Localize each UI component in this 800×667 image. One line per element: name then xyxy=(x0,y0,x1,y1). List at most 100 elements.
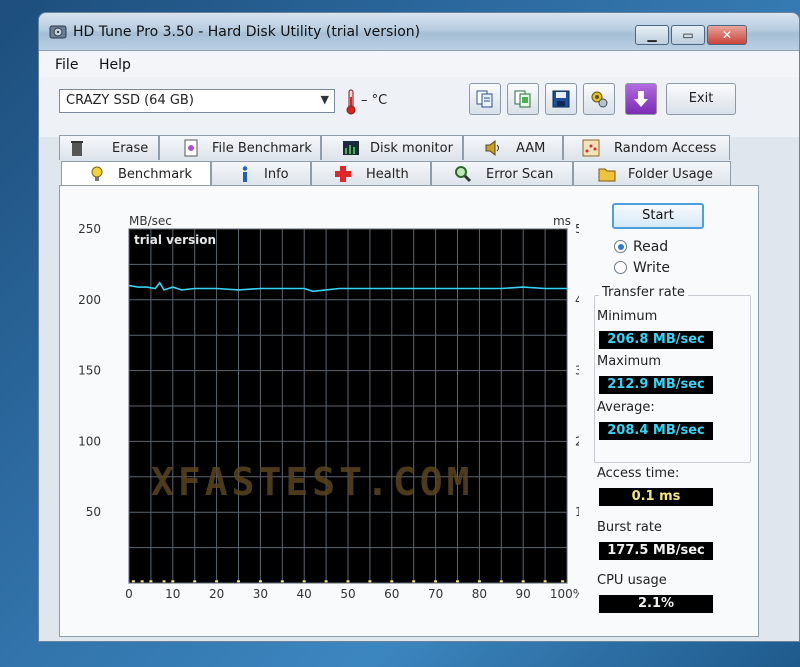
menu-bar: File Help xyxy=(39,51,799,77)
x-tick: 50 xyxy=(340,587,355,601)
x-tick: 30 xyxy=(253,587,268,601)
benchmark-chart: MB/secms25020015010050504030201001020304… xyxy=(78,214,579,601)
tab-disk-monitor[interactable]: Disk monitor xyxy=(321,135,463,160)
trash-icon xyxy=(71,141,83,156)
drive-select[interactable]: CRAZY SSD (64 GB) ▼ xyxy=(59,89,335,113)
tab-label: Health xyxy=(366,167,409,182)
x-tick: 20 xyxy=(209,587,224,601)
average-label: Average: xyxy=(597,400,655,415)
tab-label: Error Scan xyxy=(486,167,554,182)
exit-button[interactable]: Exit xyxy=(666,83,736,115)
tab-random-access[interactable]: Random Access xyxy=(563,135,730,160)
y-tick-left: 100 xyxy=(78,434,101,448)
tab-benchmark[interactable]: Benchmark xyxy=(61,161,211,186)
copy-screenshot-button[interactable] xyxy=(507,83,539,115)
options-button[interactable] xyxy=(583,83,615,115)
x-tick: 90 xyxy=(516,587,531,601)
y-tick-right: 30 xyxy=(575,364,579,378)
save-button[interactable] xyxy=(545,83,577,115)
access-time-label: Access time: xyxy=(597,466,680,481)
download-button[interactable] xyxy=(625,83,657,115)
options-icon xyxy=(591,91,608,108)
copy-screenshot-icon xyxy=(514,90,531,108)
file-benchmark-icon xyxy=(184,139,198,157)
y-tick-left: 150 xyxy=(78,364,101,378)
info-icon xyxy=(242,166,248,182)
radio-selected-icon xyxy=(614,240,627,253)
access-time-point xyxy=(434,580,438,583)
access-time-point xyxy=(499,580,503,583)
y-tick-right: 40 xyxy=(575,293,579,307)
copy-text-button[interactable] xyxy=(469,83,501,115)
health-cross-icon xyxy=(335,166,351,182)
access-time-point xyxy=(215,580,219,583)
access-time-point xyxy=(280,580,284,583)
tab-label: Erase xyxy=(112,141,149,156)
tab-folder-usage[interactable]: Folder Usage xyxy=(573,161,731,186)
overlay-watermark: XFASTEST.COM xyxy=(151,460,474,504)
access-time-point xyxy=(412,580,416,583)
tab-health[interactable]: Health xyxy=(311,161,431,186)
burst-rate-label: Burst rate xyxy=(597,520,662,535)
access-time-point xyxy=(456,580,459,583)
access-time-point xyxy=(237,580,240,583)
access-time-point xyxy=(171,580,175,583)
lightbulb-icon xyxy=(91,166,103,181)
maximum-label: Maximum xyxy=(597,354,662,369)
access-time-value: 0.1 ms xyxy=(599,488,713,506)
write-radio[interactable]: Write xyxy=(614,260,670,276)
title-bar[interactable]: HD Tune Pro 3.50 - Hard Disk Utility (tr… xyxy=(39,13,799,51)
tab-file-benchmark[interactable]: File Benchmark xyxy=(159,135,321,160)
close-button[interactable]: ✕ xyxy=(707,25,747,45)
drive-select-value: CRAZY SSD (64 GB) xyxy=(66,93,194,108)
folder-icon xyxy=(598,168,616,182)
minimize-button[interactable]: ▁ xyxy=(635,25,669,45)
menu-file[interactable]: File xyxy=(55,57,78,73)
x-tick: 0 xyxy=(125,587,133,601)
tab-label: Random Access xyxy=(614,141,717,156)
tab-label: Benchmark xyxy=(118,167,193,182)
random-access-icon xyxy=(582,139,600,157)
y-tick-right: 10 xyxy=(575,505,579,519)
access-time-point xyxy=(324,580,328,583)
access-time-point xyxy=(193,580,197,583)
cpu-usage-label: CPU usage xyxy=(597,573,667,588)
menu-help[interactable]: Help xyxy=(99,57,131,73)
left-unit-label: MB/sec xyxy=(129,214,172,228)
temperature-readout: – °C xyxy=(361,93,388,108)
access-time-point xyxy=(149,580,153,583)
disk-monitor-icon xyxy=(343,141,359,155)
x-tick: 40 xyxy=(297,587,312,601)
access-time-point xyxy=(390,580,394,583)
y-tick-left: 50 xyxy=(86,505,101,519)
maximize-button[interactable]: ▭ xyxy=(671,25,705,45)
thermometer-icon xyxy=(346,89,356,115)
radio-unselected-icon xyxy=(614,261,627,274)
read-radio[interactable]: Read xyxy=(614,239,668,255)
maximize-icon: ▭ xyxy=(682,28,694,42)
speaker-icon xyxy=(485,139,499,157)
tab-erase[interactable]: Erase xyxy=(59,135,159,160)
access-time-point xyxy=(346,580,350,583)
download-icon xyxy=(634,91,648,107)
access-time-point xyxy=(162,580,166,583)
minimum-label: Minimum xyxy=(597,309,658,324)
app-window: HD Tune Pro 3.50 - Hard Disk Utility (tr… xyxy=(38,12,800,642)
access-time-point xyxy=(543,580,547,583)
tab-label: Info xyxy=(264,167,289,182)
x-tick: 70 xyxy=(428,587,443,601)
maximum-value: 212.9 MB/sec xyxy=(599,376,713,394)
start-button[interactable]: Start xyxy=(612,203,704,229)
tab-aam[interactable]: AAM xyxy=(463,135,563,160)
y-tick-right: 50 xyxy=(575,222,579,236)
burst-rate-value: 177.5 MB/sec xyxy=(599,542,713,560)
toolbar: CRAZY SSD (64 GB) ▼ – °C Exit xyxy=(39,77,799,137)
access-time-point xyxy=(368,580,372,583)
y-tick-right: 20 xyxy=(575,434,579,448)
window-title: HD Tune Pro 3.50 - Hard Disk Utility (tr… xyxy=(73,24,421,40)
cpu-usage-value: 2.1% xyxy=(599,595,713,613)
tab-info[interactable]: Info xyxy=(211,161,311,186)
tab-error-scan[interactable]: Error Scan xyxy=(431,161,573,186)
minimize-icon: ▁ xyxy=(647,28,657,42)
tab-label: AAM xyxy=(516,141,546,156)
